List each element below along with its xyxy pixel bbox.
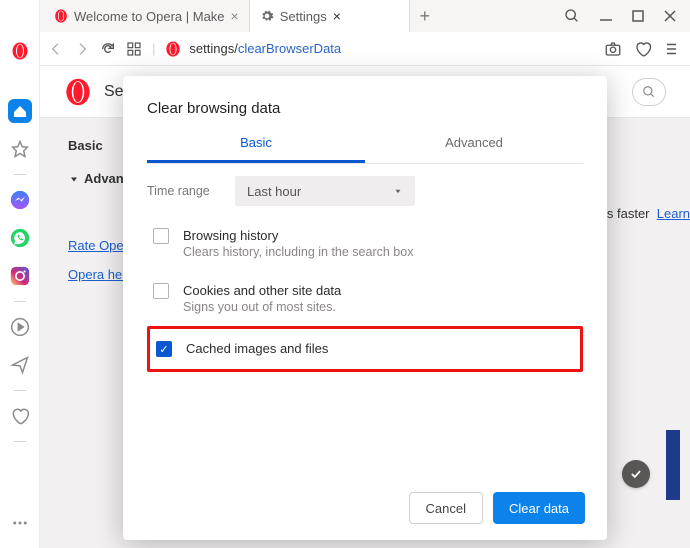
sidebar-separator: [14, 174, 26, 175]
back-icon[interactable]: [48, 41, 64, 57]
address-field[interactable]: settings/clearBrowserData: [165, 41, 594, 57]
left-icon-sidebar: [0, 0, 40, 548]
gear-favicon-icon: [260, 9, 274, 23]
sidebar-separator: [14, 441, 26, 442]
maximize-icon[interactable]: [632, 10, 644, 22]
window-controls: [550, 0, 690, 32]
speed-dial-icon[interactable]: [126, 41, 142, 57]
tab-label: Welcome to Opera | Make: [74, 9, 225, 24]
option-cached-images[interactable]: ✓ Cached images and files: [147, 326, 583, 372]
checkbox-icon[interactable]: [153, 283, 169, 299]
close-tab-icon[interactable]: ×: [333, 8, 341, 24]
send-icon[interactable]: [0, 348, 40, 382]
option-title: Cached images and files: [186, 341, 328, 356]
more-icon[interactable]: [0, 506, 40, 540]
minimize-icon[interactable]: [600, 10, 612, 22]
snapshot-icon[interactable]: [604, 40, 622, 58]
search-icon[interactable]: [564, 8, 580, 24]
time-range-value: Last hour: [247, 184, 301, 199]
heart-icon[interactable]: [0, 399, 40, 433]
dialog-tab-basic[interactable]: Basic: [147, 135, 365, 163]
option-sub: Signs you out of most sites.: [183, 300, 341, 314]
check-badge-icon: [622, 460, 650, 488]
address-bar: | settings/clearBrowserData: [40, 32, 690, 66]
tab-strip: Welcome to Opera | Make × Settings × +: [40, 0, 550, 32]
checkbox-checked-icon[interactable]: ✓: [156, 341, 172, 357]
address-text: settings/clearBrowserData: [189, 41, 341, 56]
sidebar-separator: [14, 301, 26, 302]
chevron-down-icon: [393, 186, 403, 196]
option-cookies[interactable]: Cookies and other site data Signs you ou…: [147, 271, 583, 326]
close-window-icon[interactable]: [664, 10, 676, 22]
heart-outline-icon[interactable]: [634, 40, 652, 58]
instagram-icon[interactable]: [0, 259, 40, 293]
card-fragment: [666, 430, 680, 500]
banner-fragment: es faster Learn: [600, 206, 690, 221]
forward-icon[interactable]: [74, 41, 90, 57]
clear-data-button[interactable]: Clear data: [493, 492, 585, 524]
opera-logo-icon: [64, 78, 92, 106]
whatsapp-icon[interactable]: [0, 221, 40, 255]
reload-icon[interactable]: [100, 41, 116, 57]
sidebar-separator: [14, 390, 26, 391]
time-range-select[interactable]: Last hour: [235, 176, 415, 206]
option-title: Cookies and other site data: [183, 283, 341, 298]
time-range-label: Time range: [147, 184, 217, 198]
option-browsing-history[interactable]: Browsing history Clears history, includi…: [147, 216, 583, 271]
play-circle-icon[interactable]: [0, 310, 40, 344]
dialog-tabs: Basic Advanced: [147, 135, 583, 164]
opera-logo-icon[interactable]: [0, 34, 40, 68]
dialog-tab-advanced[interactable]: Advanced: [365, 135, 583, 163]
clear-browsing-data-dialog: Clear browsing data Basic Advanced Time …: [123, 76, 607, 540]
dialog-footer: Cancel Clear data: [123, 476, 607, 540]
messenger-icon[interactable]: [0, 183, 40, 217]
opera-favicon-icon: [54, 9, 68, 23]
tab-label: Settings: [280, 9, 327, 24]
close-tab-icon[interactable]: ×: [231, 8, 239, 24]
tab-welcome[interactable]: Welcome to Opera | Make ×: [44, 0, 250, 32]
option-title: Browsing history: [183, 228, 413, 243]
option-sub: Clears history, including in the search …: [183, 245, 413, 259]
home-icon[interactable]: [0, 94, 40, 128]
opera-logo-icon: [165, 41, 181, 57]
dialog-title: Clear browsing data: [123, 76, 607, 135]
cancel-button[interactable]: Cancel: [409, 492, 483, 524]
new-tab-button[interactable]: +: [410, 0, 440, 32]
checkbox-icon[interactable]: [153, 228, 169, 244]
time-range-row: Time range Last hour: [123, 164, 607, 210]
tab-settings[interactable]: Settings ×: [250, 0, 410, 32]
bookmark-star-icon[interactable]: [0, 132, 40, 166]
menu-icon[interactable]: [664, 40, 682, 58]
settings-search[interactable]: [632, 78, 666, 106]
titlebar: Welcome to Opera | Make × Settings × +: [0, 0, 690, 32]
